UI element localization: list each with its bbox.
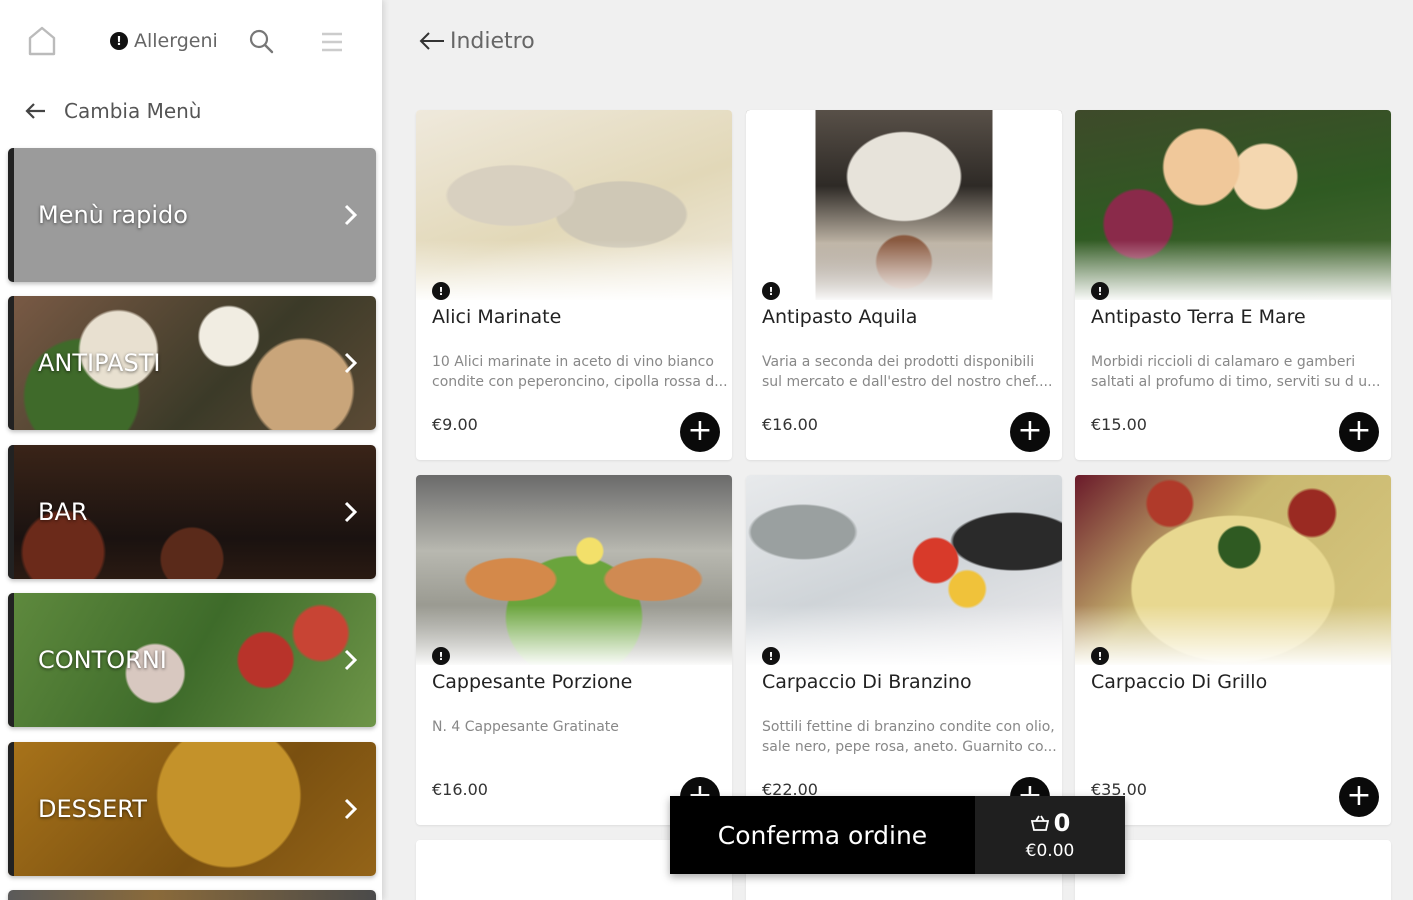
category-label: ANTIPASTI <box>38 349 161 377</box>
change-menu-button[interactable]: Cambia Menù <box>24 94 201 128</box>
category-bar[interactable]: BAR <box>8 445 376 579</box>
chevron-right-icon <box>344 501 358 523</box>
product-description: Morbidi riccioli di calamaro e gamberi s… <box>1091 354 1381 390</box>
product-card[interactable]: ! Carpaccio Di Branzino Sottili fettine … <box>746 475 1062 825</box>
product-name: Antipasto Terra E Mare <box>1091 306 1306 328</box>
category-contorni[interactable]: CONTORNI <box>8 593 376 727</box>
product-price: €9.00 <box>432 415 478 434</box>
back-label: Indietro <box>450 28 535 54</box>
add-to-cart-button[interactable]: + <box>1339 412 1379 452</box>
info-icon[interactable]: ! <box>1091 282 1109 300</box>
allergens-label: Allergeni <box>134 30 218 52</box>
category-next-partial[interactable] <box>8 890 376 900</box>
product-description: Varia a seconda dei prodotti disponibili… <box>762 354 1053 390</box>
product-price: €16.00 <box>762 415 818 434</box>
info-icon[interactable]: ! <box>432 647 450 665</box>
confirm-order-label: Conferma ordine <box>717 820 928 850</box>
category-label: BAR <box>38 498 88 526</box>
main-content: Indietro ! Alici Marinate 10 Alici marin… <box>382 0 1413 900</box>
category-dessert[interactable]: DESSERT <box>8 742 376 876</box>
sidebar-topbar: ! Allergeni <box>0 0 382 84</box>
arrow-left-icon <box>25 103 45 119</box>
product-card[interactable]: ! Antipasto Aquila Varia a seconda dei p… <box>746 110 1062 460</box>
product-description <box>1091 717 1387 757</box>
home-icon[interactable] <box>26 24 58 58</box>
product-name: Carpaccio Di Grillo <box>1091 671 1268 693</box>
chevron-right-icon <box>344 352 358 374</box>
add-to-cart-button[interactable]: + <box>680 412 720 452</box>
product-price: €15.00 <box>1091 415 1147 434</box>
cart-summary[interactable]: 0 €0.00 <box>975 796 1125 874</box>
confirm-order-bar[interactable]: Conferma ordine 0 €0.00 <box>670 796 1125 874</box>
product-name: Alici Marinate <box>432 306 562 328</box>
chevron-right-icon <box>344 649 358 671</box>
add-to-cart-button[interactable]: + <box>1010 412 1050 452</box>
chevron-right-icon <box>344 204 358 226</box>
product-card[interactable]: ! Carpaccio Di Grillo €35.00 + <box>1075 475 1391 825</box>
chevron-right-icon <box>344 798 358 820</box>
cart-count-value: 0 <box>1053 809 1071 837</box>
product-name: Antipasto Aquila <box>762 306 918 328</box>
cart-total: €0.00 <box>1025 841 1075 861</box>
confirm-order-button[interactable]: Conferma ordine <box>670 796 975 874</box>
search-icon[interactable] <box>246 26 276 56</box>
info-icon[interactable]: ! <box>432 282 450 300</box>
allergens-button[interactable]: ! Allergeni <box>110 26 218 56</box>
category-antipasti[interactable]: ANTIPASTI <box>8 296 376 430</box>
basket-icon <box>1030 815 1049 831</box>
cart-count: 0 <box>1030 809 1071 837</box>
category-label: DESSERT <box>38 795 147 823</box>
product-price: €16.00 <box>432 780 488 799</box>
hamburger-icon[interactable] <box>318 28 346 56</box>
info-icon[interactable]: ! <box>1091 647 1109 665</box>
product-card[interactable]: ! Cappesante Porzione N. 4 Cappesante Gr… <box>416 475 732 825</box>
product-description: N. 4 Cappesante Gratinate <box>432 719 619 735</box>
sidebar: ! Allergeni Cambia Menù Menù rapido ANTI… <box>0 0 382 900</box>
category-quick-menu[interactable]: Menù rapido <box>8 148 376 282</box>
back-button[interactable]: Indietro <box>418 24 535 58</box>
product-description: Sottili fettine di branzino condite con … <box>762 719 1057 755</box>
category-label: CONTORNI <box>38 646 167 674</box>
info-icon: ! <box>110 32 128 50</box>
product-name: Cappesante Porzione <box>432 671 633 693</box>
product-card[interactable]: ! Antipasto Terra E Mare Morbidi ricciol… <box>1075 110 1391 460</box>
info-icon[interactable]: ! <box>762 647 780 665</box>
change-menu-label: Cambia Menù <box>64 99 202 123</box>
add-to-cart-button[interactable]: + <box>1339 777 1379 817</box>
arrow-left-icon <box>419 32 444 50</box>
product-card[interactable]: ! Alici Marinate 10 Alici marinate in ac… <box>416 110 732 460</box>
info-icon[interactable]: ! <box>762 282 780 300</box>
product-name: Carpaccio Di Branzino <box>762 671 972 693</box>
product-description: 10 Alici marinate in aceto di vino bianc… <box>432 354 728 390</box>
category-label: Menù rapido <box>38 201 188 229</box>
